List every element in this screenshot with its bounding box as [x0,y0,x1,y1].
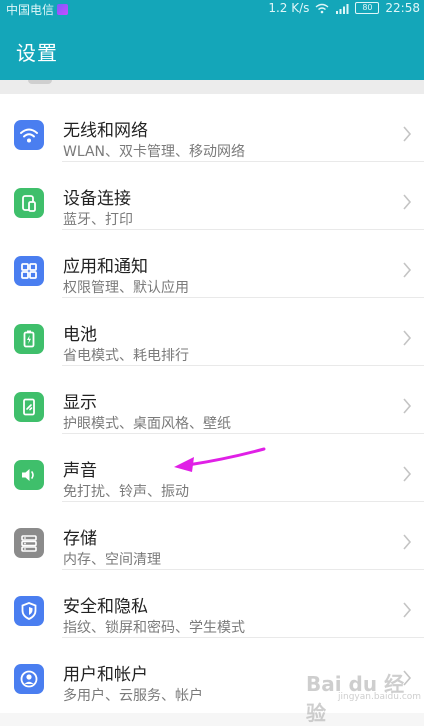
storage-icon [14,528,44,558]
settings-item-battery[interactable]: 电池 省电模式、耗电排行 [0,298,424,366]
settings-item-device-connection[interactable]: 设备连接 蓝牙、打印 [0,162,424,230]
page-title: 设置 [16,41,58,65]
wifi-icon [14,120,44,150]
network-speed: 1.2 K/s [268,1,310,15]
chevron-right-icon [403,534,412,550]
annotation-arrow-icon [174,447,266,472]
item-subtitle: 蓝牙、打印 [63,212,133,228]
battery-icon [14,324,44,354]
watermark-sub: jingyan.baidu.com [338,692,422,702]
device-connect-icon [14,188,44,218]
item-subtitle: WLAN、双卡管理、移动网络 [63,144,246,160]
shield-icon [14,596,44,626]
chevron-right-icon [403,262,412,278]
signal-icon [336,3,349,14]
item-title: 显示 [63,393,97,413]
item-title: 用户和帐户 [63,665,148,685]
settings-list[interactable]: 无线和网络 WLAN、双卡管理、移动网络 设备连接 蓝牙、打印 应用和通知 权限… [0,94,424,713]
item-title: 电池 [63,325,97,345]
item-subtitle: 护眼模式、桌面风格、壁纸 [63,416,231,432]
chevron-right-icon [403,466,412,482]
item-title: 存储 [63,529,97,549]
item-subtitle: 权限管理、默认应用 [63,280,189,296]
chevron-right-icon [403,330,412,346]
settings-item-display[interactable]: 显示 护眼模式、桌面风格、壁纸 [0,366,424,434]
app-header: 设置 [0,17,424,80]
settings-item-security-privacy[interactable]: 安全和隐私 指纹、锁屏和密码、学生模式 [0,570,424,638]
status-bar: 中国电信 1.2 K/s 80 22:58 [0,0,424,17]
settings-item-storage[interactable]: 存储 内存、空间清理 [0,502,424,570]
battery-level: 80 [362,3,373,12]
partial-item-edge [28,80,52,84]
status-right: 1.2 K/s 80 22:58 [268,1,420,15]
carrier-label: 中国电信 [6,3,55,17]
chevron-right-icon [403,194,412,210]
speaker-icon [14,460,44,490]
carrier-badge-icon [57,4,69,15]
item-subtitle: 指纹、锁屏和密码、学生模式 [63,620,245,636]
settings-item-apps-notifications[interactable]: 应用和通知 权限管理、默认应用 [0,230,424,298]
item-subtitle: 省电模式、耗电排行 [63,348,189,364]
user-account-icon [14,664,44,694]
chevron-right-icon [403,398,412,414]
item-title: 声音 [63,461,97,481]
item-title: 安全和隐私 [63,597,148,617]
item-subtitle: 免打扰、铃声、振动 [63,484,189,500]
item-title: 无线和网络 [63,121,148,141]
baidu-watermark: Bai du 经验 jingyan.baidu.com [306,662,422,725]
chevron-right-icon [403,602,412,618]
apps-grid-icon [14,256,44,286]
item-title: 设备连接 [63,189,131,209]
item-subtitle: 多用户、云服务、帐户 [63,688,203,704]
clock: 22:58 [385,1,420,15]
status-battery-icon: 80 [355,2,380,14]
item-subtitle: 内存、空间清理 [63,552,161,568]
scroll-top-strip [0,80,424,94]
status-wifi-icon [315,3,329,13]
status-left: 中国电信 [6,1,69,18]
chevron-right-icon [403,126,412,142]
item-title: 应用和通知 [63,257,148,277]
settings-item-wireless-network[interactable]: 无线和网络 WLAN、双卡管理、移动网络 [0,94,424,162]
display-icon [14,392,44,422]
